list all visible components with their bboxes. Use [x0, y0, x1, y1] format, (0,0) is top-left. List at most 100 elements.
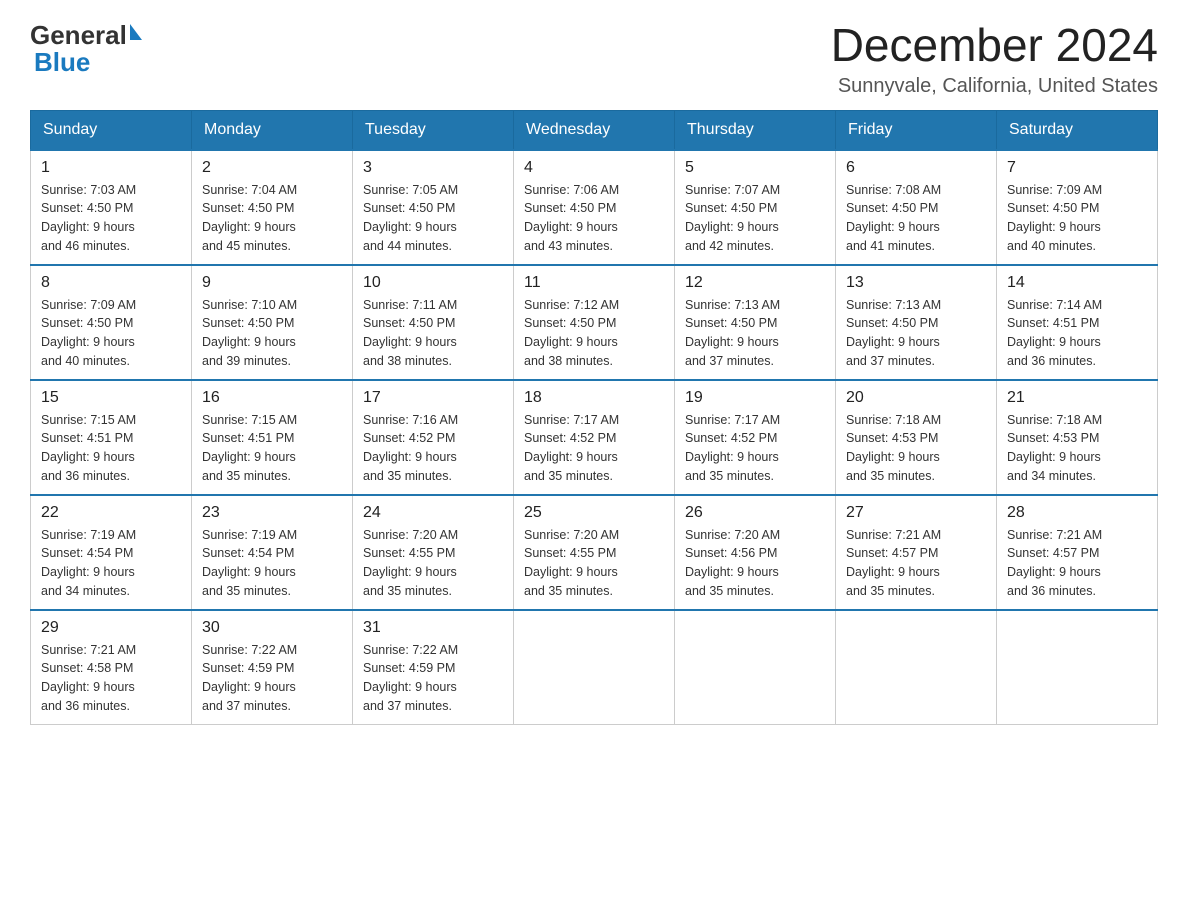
day-info: Sunrise: 7:20 AMSunset: 4:56 PMDaylight:… [685, 526, 825, 601]
calendar-week-5: 29Sunrise: 7:21 AMSunset: 4:58 PMDayligh… [31, 610, 1158, 725]
calendar-week-4: 22 Sunrise: 7:19 AMSunset: 4:54 PMDayligh… [31, 495, 1158, 610]
calendar-cell: 20 Sunrise: 7:18 AMSunset: 4:53 PMDayligh… [836, 380, 997, 495]
calendar-cell: 4 Sunrise: 7:06 AMSunset: 4:50 PMDaylight… [514, 150, 675, 265]
day-number: 27 [846, 504, 986, 522]
day-info: Sunrise: 7:06 AMSunset: 4:50 PMDaylight:… [524, 181, 664, 256]
day-number: 18 [524, 389, 664, 407]
calendar-cell: 19 Sunrise: 7:17 AMSunset: 4:52 PMDayligh… [675, 380, 836, 495]
logo-blue-text: Blue [30, 47, 142, 78]
day-number: 17 [363, 389, 503, 407]
day-info: Sunrise: 7:15 AMSunset: 4:51 PMDaylight:… [41, 411, 181, 486]
calendar-cell [836, 610, 997, 725]
day-info: Sunrise: 7:04 AMSunset: 4:50 PMDaylight:… [202, 181, 342, 256]
day-info: Sunrise: 7:08 AMSunset: 4:50 PMDaylight:… [846, 181, 986, 256]
logo-arrow-icon [130, 24, 142, 40]
calendar-cell: 24Sunrise: 7:20 AMSunset: 4:55 PMDayligh… [353, 495, 514, 610]
calendar-cell: 14Sunrise: 7:14 AMSunset: 4:51 PMDayligh… [997, 265, 1158, 380]
calendar-cell: 16 Sunrise: 7:15 AMSunset: 4:51 PMDayligh… [192, 380, 353, 495]
calendar-cell: 7Sunrise: 7:09 AMSunset: 4:50 PMDaylight… [997, 150, 1158, 265]
calendar-cell: 27 Sunrise: 7:21 AMSunset: 4:57 PMDayligh… [836, 495, 997, 610]
calendar-cell: 26 Sunrise: 7:20 AMSunset: 4:56 PMDayligh… [675, 495, 836, 610]
calendar-cell: 10 Sunrise: 7:11 AMSunset: 4:50 PMDayligh… [353, 265, 514, 380]
calendar-cell: 5Sunrise: 7:07 AMSunset: 4:50 PMDaylight… [675, 150, 836, 265]
calendar-cell: 29Sunrise: 7:21 AMSunset: 4:58 PMDayligh… [31, 610, 192, 725]
day-number: 31 [363, 619, 503, 637]
day-info: Sunrise: 7:11 AMSunset: 4:50 PMDaylight:… [363, 296, 503, 371]
day-info: Sunrise: 7:16 AMSunset: 4:52 PMDaylight:… [363, 411, 503, 486]
calendar-cell: 13 Sunrise: 7:13 AMSunset: 4:50 PMDayligh… [836, 265, 997, 380]
day-info: Sunrise: 7:21 AMSunset: 4:58 PMDaylight:… [41, 641, 181, 716]
day-info: Sunrise: 7:10 AMSunset: 4:50 PMDaylight:… [202, 296, 342, 371]
logo: General Blue [30, 20, 142, 78]
calendar-cell: 25Sunrise: 7:20 AMSunset: 4:55 PMDayligh… [514, 495, 675, 610]
day-info: Sunrise: 7:19 AMSunset: 4:54 PMDaylight:… [41, 526, 181, 601]
day-number: 15 [41, 389, 181, 407]
day-info: Sunrise: 7:21 AMSunset: 4:57 PMDaylight:… [1007, 526, 1147, 601]
calendar-cell: 2 Sunrise: 7:04 AMSunset: 4:50 PMDaylight… [192, 150, 353, 265]
day-number: 26 [685, 504, 825, 522]
calendar-cell: 15 Sunrise: 7:15 AMSunset: 4:51 PMDayligh… [31, 380, 192, 495]
day-number: 19 [685, 389, 825, 407]
day-number: 23 [202, 504, 342, 522]
day-info: Sunrise: 7:18 AMSunset: 4:53 PMDaylight:… [846, 411, 986, 486]
header-thursday: Thursday [675, 110, 836, 150]
day-number: 16 [202, 389, 342, 407]
day-number: 25 [524, 504, 664, 522]
day-number: 22 [41, 504, 181, 522]
calendar-week-1: 1Sunrise: 7:03 AMSunset: 4:50 PMDaylight… [31, 150, 1158, 265]
calendar-cell: 8 Sunrise: 7:09 AMSunset: 4:50 PMDaylight… [31, 265, 192, 380]
calendar-cell: 1Sunrise: 7:03 AMSunset: 4:50 PMDaylight… [31, 150, 192, 265]
header-friday: Friday [836, 110, 997, 150]
day-number: 4 [524, 159, 664, 177]
day-number: 20 [846, 389, 986, 407]
day-number: 21 [1007, 389, 1147, 407]
calendar-week-3: 15 Sunrise: 7:15 AMSunset: 4:51 PMDayligh… [31, 380, 1158, 495]
day-info: Sunrise: 7:19 AMSunset: 4:54 PMDaylight:… [202, 526, 342, 601]
day-info: Sunrise: 7:22 AMSunset: 4:59 PMDaylight:… [202, 641, 342, 716]
day-number: 30 [202, 619, 342, 637]
header-tuesday: Tuesday [353, 110, 514, 150]
day-number: 2 [202, 159, 342, 177]
calendar-cell: 11 Sunrise: 7:12 AMSunset: 4:50 PMDayligh… [514, 265, 675, 380]
calendar-cell: 22 Sunrise: 7:19 AMSunset: 4:54 PMDayligh… [31, 495, 192, 610]
day-number: 11 [524, 274, 664, 292]
day-number: 5 [685, 159, 825, 177]
calendar-cell [514, 610, 675, 725]
header-wednesday: Wednesday [514, 110, 675, 150]
main-title: December 2024 [831, 20, 1158, 71]
calendar-cell: 17 Sunrise: 7:16 AMSunset: 4:52 PMDayligh… [353, 380, 514, 495]
day-info: Sunrise: 7:09 AMSunset: 4:50 PMDaylight:… [1007, 181, 1147, 256]
subtitle: Sunnyvale, California, United States [831, 75, 1158, 98]
day-number: 1 [41, 159, 181, 177]
calendar-cell: 23 Sunrise: 7:19 AMSunset: 4:54 PMDayligh… [192, 495, 353, 610]
calendar-cell: 6 Sunrise: 7:08 AMSunset: 4:50 PMDaylight… [836, 150, 997, 265]
day-number: 13 [846, 274, 986, 292]
calendar-cell: 9 Sunrise: 7:10 AMSunset: 4:50 PMDaylight… [192, 265, 353, 380]
day-info: Sunrise: 7:13 AMSunset: 4:50 PMDaylight:… [685, 296, 825, 371]
day-number: 9 [202, 274, 342, 292]
day-number: 6 [846, 159, 986, 177]
title-block: December 2024 Sunnyvale, California, Uni… [831, 20, 1158, 98]
day-number: 8 [41, 274, 181, 292]
day-info: Sunrise: 7:05 AMSunset: 4:50 PMDaylight:… [363, 181, 503, 256]
day-number: 3 [363, 159, 503, 177]
calendar-cell: 28Sunrise: 7:21 AMSunset: 4:57 PMDayligh… [997, 495, 1158, 610]
day-info: Sunrise: 7:17 AMSunset: 4:52 PMDaylight:… [685, 411, 825, 486]
day-number: 10 [363, 274, 503, 292]
day-info: Sunrise: 7:22 AMSunset: 4:59 PMDaylight:… [363, 641, 503, 716]
day-info: Sunrise: 7:12 AMSunset: 4:50 PMDaylight:… [524, 296, 664, 371]
day-info: Sunrise: 7:13 AMSunset: 4:50 PMDaylight:… [846, 296, 986, 371]
day-info: Sunrise: 7:21 AMSunset: 4:57 PMDaylight:… [846, 526, 986, 601]
calendar-cell: 21Sunrise: 7:18 AMSunset: 4:53 PMDayligh… [997, 380, 1158, 495]
header-saturday: Saturday [997, 110, 1158, 150]
calendar-header-row: Sunday Monday Tuesday Wednesday Thursday… [31, 110, 1158, 150]
day-info: Sunrise: 7:09 AMSunset: 4:50 PMDaylight:… [41, 296, 181, 371]
header-monday: Monday [192, 110, 353, 150]
calendar-cell: 3 Sunrise: 7:05 AMSunset: 4:50 PMDaylight… [353, 150, 514, 265]
calendar-cell: 31 Sunrise: 7:22 AMSunset: 4:59 PMDayligh… [353, 610, 514, 725]
header-sunday: Sunday [31, 110, 192, 150]
day-info: Sunrise: 7:15 AMSunset: 4:51 PMDaylight:… [202, 411, 342, 486]
calendar-cell: 12Sunrise: 7:13 AMSunset: 4:50 PMDayligh… [675, 265, 836, 380]
day-number: 14 [1007, 274, 1147, 292]
page-header: General Blue December 2024 Sunnyvale, Ca… [30, 20, 1158, 98]
